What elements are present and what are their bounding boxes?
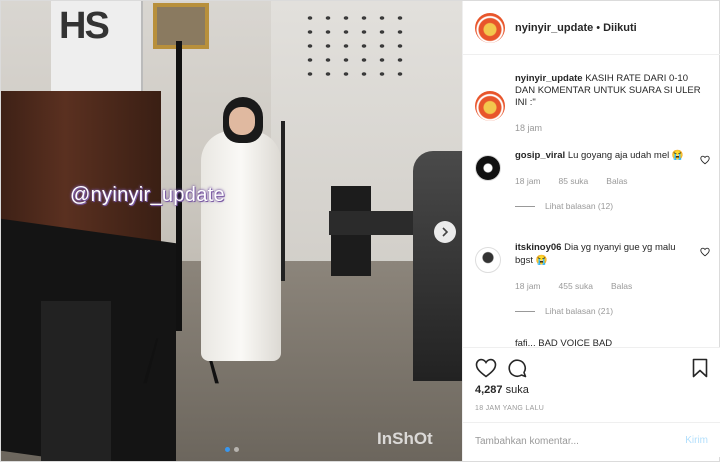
post-actions: 4,287 suka 18 JAM YANG LALU Kirim [463,347,720,457]
post-caption: nyinyir_update KASIH RATE DARI 0-10 DAN … [475,73,710,133]
author-avatar[interactable] [475,12,505,43]
post-media[interactable]: HS @nyinyir_update InShOt [1,1,462,461]
replies-divider [515,205,535,207]
comment-reply-button[interactable]: Balas [606,176,627,186]
singer-figure [201,131,281,361]
caption-text: nyinyir_update KASIH RATE DARI 0-10 DAN … [515,73,710,109]
comment-like-heart-icon[interactable] [700,247,710,257]
partial-comment: fafi... BAD VOICE BAD [515,338,613,346]
comment-likes[interactable]: 85 suka [559,176,589,186]
comment-item: gosip_viral Lu goyang aja udah mel 😭 18 … [475,149,710,211]
comment-reply-button[interactable]: Balas [611,281,632,291]
likes-number: 4,287 [475,384,503,396]
view-replies-button[interactable]: Lihat balasan (21) [515,306,710,316]
comment-meta: 18 jam 85 suka Balas [515,176,710,186]
add-comment-bar: Kirim [463,422,720,460]
chevron-right-icon [442,227,449,237]
singer-face [229,107,255,135]
commenter-avatar[interactable] [475,247,501,273]
follow-status-button[interactable]: Diikuti [603,22,637,34]
comment-time[interactable]: 18 jam [515,281,541,291]
comment-body: Lu goyang aja udah mel 😭 [567,150,684,161]
wall-decoration [301,11,411,81]
view-replies-label: Lihat balasan (12) [545,201,614,211]
mic-stand [281,121,285,281]
caption-username[interactable]: nyinyir_update [515,73,583,84]
replies-divider [515,310,535,312]
comment-time[interactable]: 18 jam [515,176,541,186]
stage-front [41,301,111,461]
musician-figure [413,151,462,381]
carousel-dot [234,447,239,452]
comment-bubble-icon[interactable] [507,358,527,378]
comment-item: itskinoy06 Dia yg nyanyi gue yg malu bgs… [475,241,710,316]
comment-likes[interactable]: 455 suka [559,281,594,291]
post-timestamp[interactable]: 18 JAM YANG LALU [475,405,544,412]
carousel-indicator [225,447,239,452]
like-heart-icon[interactable] [475,358,497,378]
comment-username[interactable]: gosip_viral [515,150,565,161]
comment-input[interactable] [475,432,655,450]
comment-like-heart-icon[interactable] [700,155,710,165]
comment-text: itskinoy06 Dia yg nyanyi gue yg malu bgs… [515,241,690,267]
comment-text: gosip_viral Lu goyang aja udah mel 😭 [515,149,690,162]
app-watermark: InShOt [377,429,433,448]
carousel-next-button[interactable] [434,221,456,243]
commenter-avatar[interactable] [475,155,501,181]
post-comment-button[interactable]: Kirim [685,435,708,446]
post-details-panel: nyinyir_update • Diikuti nyinyir_update … [462,1,720,461]
likes-label: suka [505,384,529,396]
bookmark-icon[interactable] [692,358,708,378]
likes-count[interactable]: 4,287 suka [475,384,529,396]
author-username[interactable]: nyinyir_update [515,22,593,34]
comment-meta: 18 jam 455 suka Balas [515,281,710,291]
media-watermark: @nyinyir_update [70,184,225,206]
view-replies-button[interactable]: Lihat balasan (12) [515,201,710,211]
banner-text: HS [59,5,110,47]
view-replies-label: Lihat balasan (21) [545,306,614,316]
post-header: nyinyir_update • Diikuti [463,1,720,55]
comment-username[interactable]: itskinoy06 [515,242,561,253]
caption-avatar[interactable] [475,91,505,121]
caption-timestamp[interactable]: 18 jam [515,123,710,133]
header-separator: • [596,21,601,34]
carousel-dot-active [225,447,230,452]
